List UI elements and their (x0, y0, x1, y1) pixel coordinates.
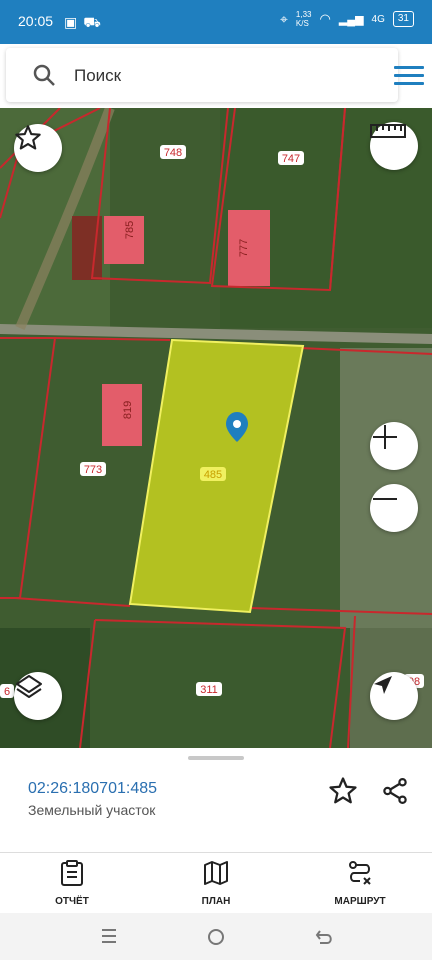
svg-text:6: 6 (4, 686, 10, 698)
recent-apps-icon[interactable] (100, 927, 118, 950)
nav-plan[interactable]: ПЛАН (161, 859, 271, 907)
bottom-navigation: ОТЧЁТ ПЛАН МАРШРУТ (0, 853, 432, 913)
route-icon (349, 861, 371, 885)
search-input[interactable] (72, 62, 336, 90)
svg-text:819: 819 (122, 401, 134, 419)
parcel-label: 819 (122, 401, 134, 419)
system-navigation-bar (0, 913, 432, 960)
nav-report-label: ОТЧЁТ (55, 896, 89, 907)
cadastral-number[interactable]: 02:26:180701:485 (28, 780, 157, 798)
svg-text:747: 747 (282, 153, 300, 165)
parcel-label: 6 (0, 684, 14, 698)
svg-text:777: 777 (238, 239, 250, 257)
home-icon[interactable] (206, 927, 226, 952)
favorite-button[interactable] (328, 776, 358, 811)
sheet-drag-handle[interactable] (188, 756, 244, 760)
parcel-label: 773 (80, 462, 106, 476)
menu-icon[interactable] (394, 66, 424, 90)
map-view[interactable]: 748 747 785 777 819 773 485 311 6 08 (0, 108, 432, 748)
layers-button[interactable] (14, 672, 62, 720)
svg-text:785: 785 (124, 221, 136, 239)
object-type: Земельный участок (28, 802, 156, 818)
search-icon[interactable] (32, 63, 56, 92)
nav-report[interactable]: ОТЧЁТ (17, 859, 127, 907)
share-button[interactable] (380, 776, 410, 811)
star-icon (329, 777, 357, 804)
zoom-in-button[interactable] (370, 422, 418, 470)
notification-icon: ▣ (64, 14, 78, 30)
parcel-label: 747 (278, 151, 304, 165)
my-location-button[interactable] (370, 672, 418, 720)
svg-text:311: 311 (200, 684, 218, 696)
satellite-map[interactable]: 748 747 785 777 819 773 485 311 6 08 (0, 108, 432, 748)
status-bar: 20:05 ▣ ⛟ ⌖ 1,33 K/S ◠ ▂▄▆ 4G 31 (0, 0, 432, 44)
favorite-map-button[interactable] (14, 124, 62, 172)
net-speed: 1,33 K/S (295, 10, 312, 28)
parcel-label-selected: 485 (200, 467, 226, 481)
svg-text:748: 748 (164, 147, 182, 159)
location-icon: ⌖ (280, 10, 288, 27)
parcel-info-panel: 02:26:180701:485 Земельный участок (0, 762, 432, 852)
wifi-icon: ◠ (319, 11, 331, 26)
nav-route[interactable]: МАРШРУТ (305, 859, 415, 907)
clipboard-icon (61, 860, 83, 886)
svg-text:773: 773 (84, 464, 102, 476)
parcel-label: 785 (124, 221, 136, 239)
map-icon (204, 861, 228, 885)
parcel-label: 748 (160, 145, 186, 159)
zoom-out-button[interactable] (370, 484, 418, 532)
svg-text:485: 485 (204, 469, 222, 481)
car-icon: ⛟ (83, 14, 101, 30)
nav-route-label: МАРШРУТ (334, 896, 386, 907)
ruler-button[interactable] (370, 122, 418, 170)
parcel-label: 777 (238, 239, 250, 257)
status-time: 20:05 (18, 13, 54, 29)
network-type: 4G (371, 13, 385, 25)
parcel-label: 311 (196, 682, 222, 696)
nav-plan-label: ПЛАН (201, 896, 231, 907)
signal-icon: ▂▄▆ (338, 13, 364, 26)
back-icon[interactable] (314, 927, 334, 952)
battery-icon: 31 (392, 11, 414, 27)
search-bar (6, 48, 424, 102)
share-icon (383, 778, 407, 804)
